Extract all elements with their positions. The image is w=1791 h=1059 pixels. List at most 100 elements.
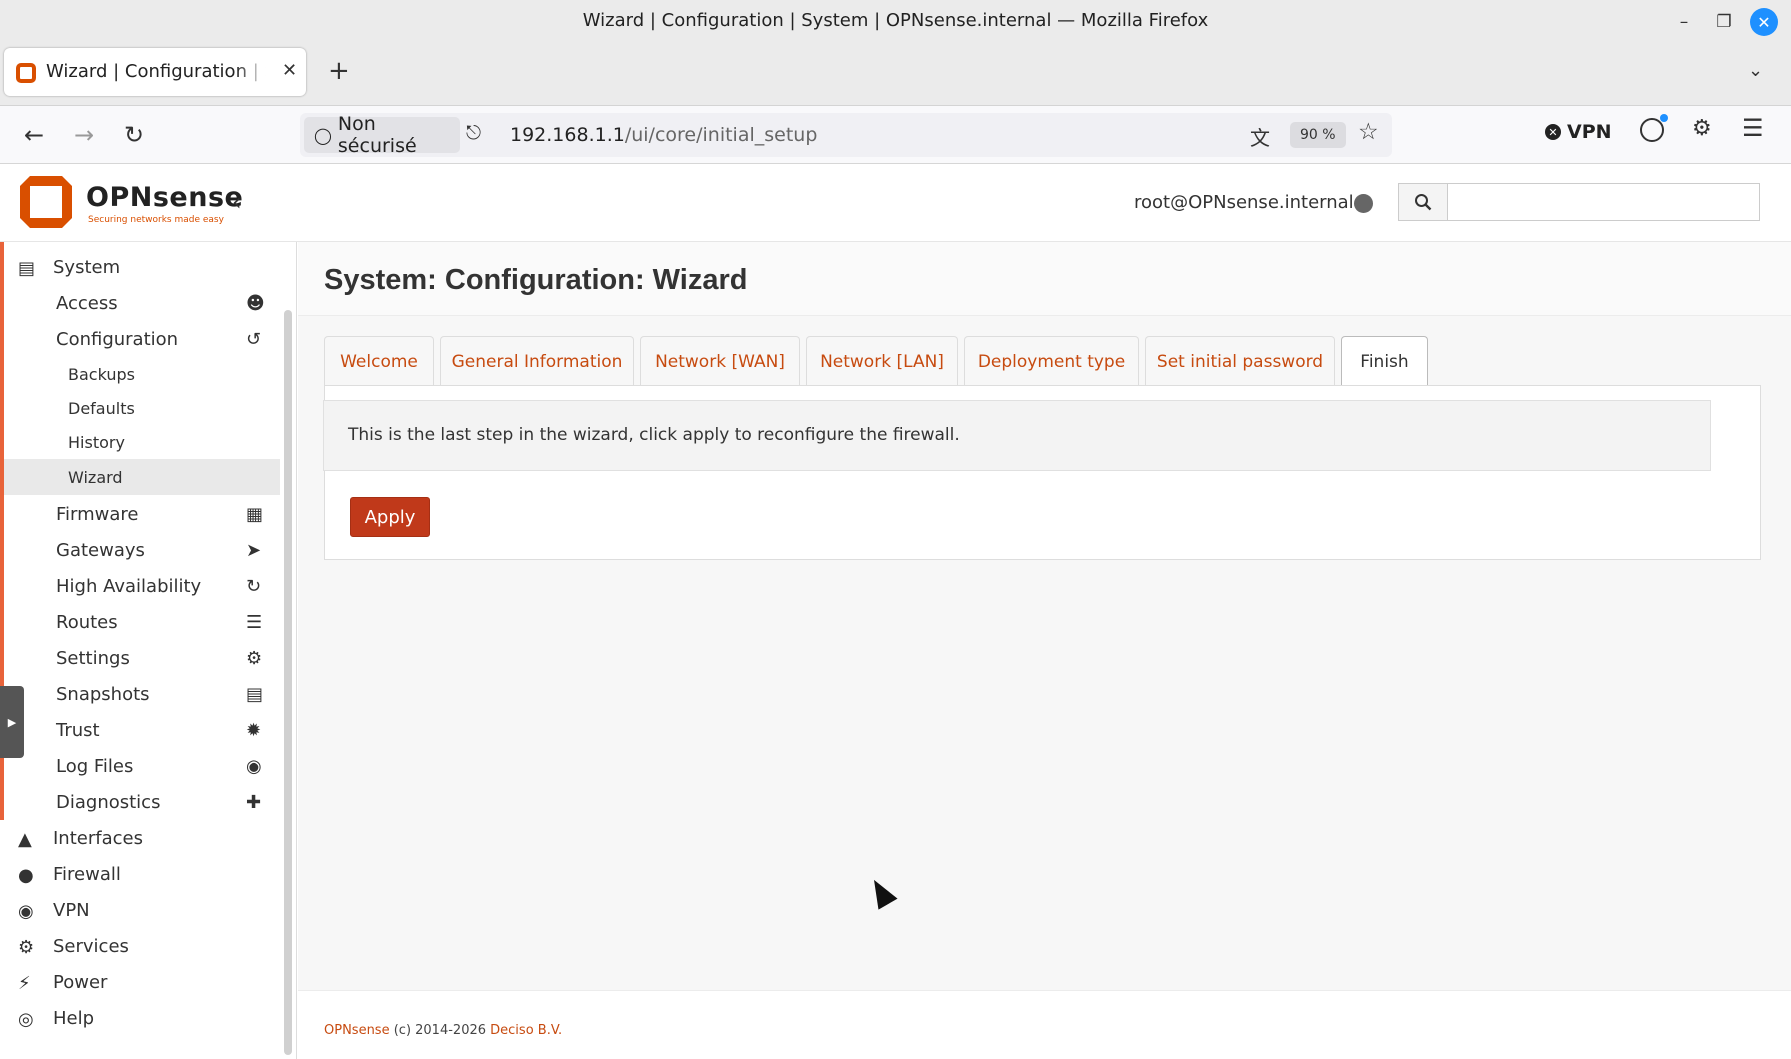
opnsense-logo-icon[interactable] xyxy=(16,172,76,232)
users-icon: ☻ xyxy=(246,293,265,314)
vpn-button[interactable]: ✕ VPN xyxy=(1545,121,1612,143)
tab-finish[interactable]: Finish xyxy=(1341,336,1428,387)
sidebar-item-label: System xyxy=(53,257,121,278)
collapse-sidebar-icon[interactable]: ‹ xyxy=(232,188,242,216)
active-item-highlight xyxy=(4,459,280,495)
close-window-icon[interactable]: ✕ xyxy=(1750,8,1778,36)
footer: OPNsense (c) 2014-2026 Deciso B.V. xyxy=(298,990,1791,1059)
sidebar-item-label: Backups xyxy=(68,365,135,384)
sidebar-item-label: Wizard xyxy=(68,468,123,487)
tab-general-information[interactable]: General Information xyxy=(440,336,634,386)
vpn-status-icon: ✕ xyxy=(1545,124,1561,140)
list-tabs-icon[interactable]: ⌄ xyxy=(1748,60,1763,81)
cog-icon: ⚙ xyxy=(18,937,35,958)
address-bar[interactable]: ◯ Non sécurisé ⎋ 192.168.1.1/ui/core/ini… xyxy=(300,113,1392,157)
sidebar-item-label: Services xyxy=(53,936,129,957)
search-button[interactable] xyxy=(1398,183,1448,221)
translate-icon[interactable]: 文 xyxy=(1250,122,1270,151)
sidebar-item-label: Gateways xyxy=(56,540,145,561)
footer-company-link[interactable]: Deciso B.V. xyxy=(490,1023,562,1038)
sidebar-item-label: History xyxy=(68,433,125,452)
sidebar-item-label: Interfaces xyxy=(53,828,143,849)
medkit-icon: ✚ xyxy=(246,792,262,813)
window-title: Wizard | Configuration | System | OPNsen… xyxy=(582,10,1209,31)
browser-tab[interactable]: Wizard | Configuration | System | OPNsen… xyxy=(4,48,306,96)
footer-text: OPNsense (c) 2014-2026 Deciso B.V. xyxy=(324,1023,562,1038)
eye-icon: ◉ xyxy=(246,756,262,777)
lifebuoy-icon: ◎ xyxy=(18,1009,34,1030)
site-security-button[interactable]: ◯ Non sécurisé xyxy=(304,113,460,157)
extensions-icon[interactable]: ⚙ xyxy=(1692,116,1712,141)
forward-icon[interactable]: → xyxy=(67,118,101,152)
hamburger-menu-icon[interactable]: ☰ xyxy=(1742,114,1764,142)
tab-welcome[interactable]: Welcome xyxy=(324,336,434,386)
sidebar-item-label: Trust xyxy=(56,720,100,741)
sidebar-item-label: Access xyxy=(56,293,118,314)
fire-icon: ● xyxy=(18,865,34,886)
new-tab-icon[interactable]: + xyxy=(328,56,350,86)
tab-network-lan[interactable]: Network [LAN] xyxy=(806,336,958,386)
url-path: /ui/core/initial_setup xyxy=(624,124,818,146)
shield-icon: ◯ xyxy=(314,125,332,145)
footer-brand-link[interactable]: OPNsense xyxy=(324,1023,390,1038)
sidebar-toggle-handle[interactable]: ▶ xyxy=(0,686,24,758)
apply-button[interactable]: Apply xyxy=(350,497,430,537)
refresh-icon: ↻ xyxy=(246,576,262,597)
key-icon[interactable]: ⎋ xyxy=(466,122,481,144)
status-indicator-icon[interactable] xyxy=(1354,194,1373,213)
search-icon xyxy=(1415,194,1432,211)
url-text[interactable]: 192.168.1.1/ui/core/initial_setup xyxy=(510,124,817,146)
globe-icon: ◉ xyxy=(18,901,34,922)
footer-copyright: (c) 2014-2026 xyxy=(393,1023,487,1038)
window-titlebar: Wizard | Configuration | System | OPNsen… xyxy=(0,0,1791,44)
sidebar-item-label: Power xyxy=(53,972,108,993)
page-header: System: Configuration: Wizard xyxy=(298,242,1791,316)
location-arrow-icon: ➤ xyxy=(246,540,262,561)
browser-tab-strip: Wizard | Configuration | System | OPNsen… xyxy=(0,44,1791,106)
sidebar-item-label: Diagnostics xyxy=(56,792,161,813)
sidebar-item-label: High Availability xyxy=(56,576,202,597)
plug-icon: ⚡ xyxy=(18,973,31,994)
bookmark-star-icon[interactable]: ☆ xyxy=(1358,119,1379,145)
sidebar-item-label: Log Files xyxy=(56,756,134,777)
vpn-label: VPN xyxy=(1567,121,1612,143)
app-header: OPNsense Securing networks made easy ‹ r… xyxy=(0,164,1791,242)
url-host: 192.168.1.1 xyxy=(510,124,625,146)
search-input[interactable] xyxy=(1448,183,1760,221)
back-icon[interactable]: ← xyxy=(17,118,51,152)
logo-text: OPNsense xyxy=(86,182,244,213)
signpost-icon: ☰ xyxy=(246,612,263,633)
user-label[interactable]: root@OPNsense.internal xyxy=(1134,192,1354,213)
sitemap-icon: ▲ xyxy=(18,829,32,850)
sidebar: ▤ System Access ☻ Configuration ↺ Backup… xyxy=(0,242,297,1059)
finish-message: This is the last step in the wizard, cli… xyxy=(348,425,960,445)
opnsense-favicon-icon xyxy=(16,63,36,83)
sidebar-item-label: Firmware xyxy=(56,504,139,525)
browser-tab-title: Wizard | Configuration | System | OPNsen… xyxy=(46,61,266,82)
sidebar-item-label: Help xyxy=(53,1008,95,1029)
sidebar-item-label: Defaults xyxy=(68,399,135,418)
hdd-icon: ▤ xyxy=(246,684,264,705)
sidebar-item-label: Settings xyxy=(56,648,130,669)
security-label: Non sécurisé xyxy=(337,113,417,157)
restore-icon[interactable]: ❐ xyxy=(1710,8,1738,36)
server-icon: ▤ xyxy=(18,258,36,279)
sidebar-item-label: Configuration xyxy=(56,329,179,350)
main-content: System: Configuration: Wizard Welcome Ge… xyxy=(298,242,1791,1059)
tab-deployment-type[interactable]: Deployment type xyxy=(964,336,1139,386)
sidebar-scrollbar[interactable] xyxy=(284,310,292,1055)
browser-navbar: ← → ↻ ◯ Non sécurisé ⎋ 192.168.1.1/ui/co… xyxy=(0,106,1791,164)
reload-icon[interactable]: ↻ xyxy=(117,118,151,152)
sidebar-item-label: Routes xyxy=(56,612,118,633)
history-icon: ↺ xyxy=(246,329,262,350)
tab-set-initial-password[interactable]: Set initial password xyxy=(1145,336,1335,386)
sidebar-item-label: Firewall xyxy=(53,864,121,885)
tab-network-wan[interactable]: Network [WAN] xyxy=(640,336,800,386)
account-icon[interactable] xyxy=(1640,114,1668,142)
sidebar-item-label: VPN xyxy=(53,900,90,921)
calculator-icon: ▦ xyxy=(246,504,264,525)
certificate-icon: ✹ xyxy=(246,720,262,741)
minimize-icon[interactable]: – xyxy=(1670,8,1698,36)
close-tab-icon[interactable]: ✕ xyxy=(282,60,297,81)
zoom-level-badge[interactable]: 90 % xyxy=(1290,122,1346,148)
